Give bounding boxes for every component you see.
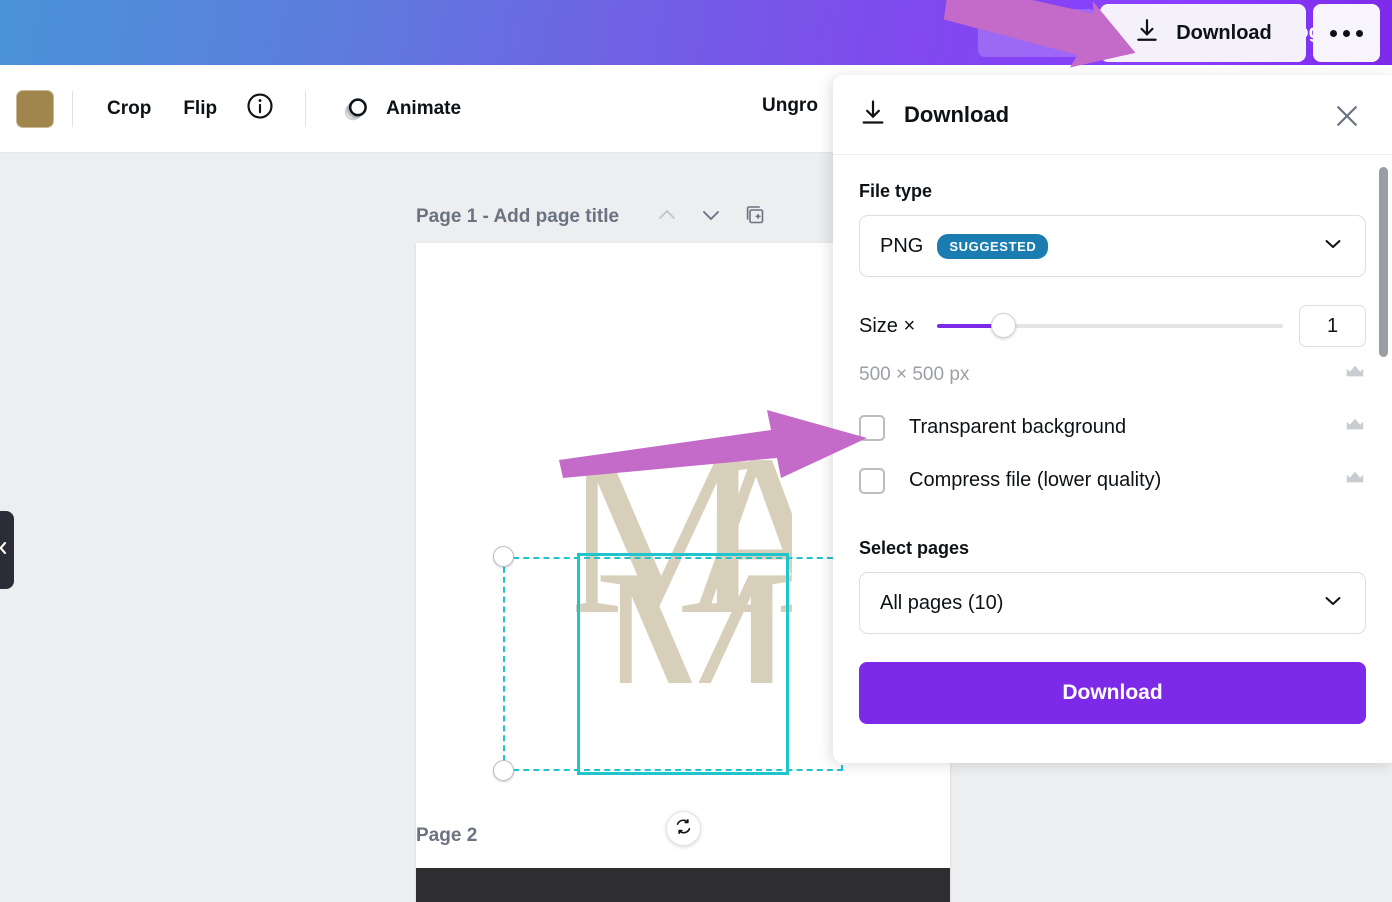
size-input[interactable]: 1 [1299, 305, 1366, 347]
selection-bounding-box-inner[interactable] [577, 553, 789, 775]
compress-file-label: Compress file (lower quality) [909, 469, 1162, 491]
select-pages-dropdown[interactable]: All pages (10) [859, 572, 1366, 634]
chevron-down-icon [1321, 232, 1345, 261]
animate-label: Animate [386, 97, 462, 119]
chevron-down-icon [699, 203, 723, 232]
page-2-canvas[interactable] [416, 868, 950, 902]
dot-icon [1343, 29, 1350, 37]
info-icon [245, 91, 275, 126]
slider-thumb[interactable] [990, 313, 1016, 338]
ungroup-button[interactable]: Ungro [762, 95, 818, 117]
size-input-value: 1 [1326, 314, 1339, 337]
transparent-background-checkbox[interactable] [859, 414, 885, 441]
download-button-label: Download [1176, 21, 1272, 44]
transparent-background-label: Transparent background [909, 416, 1127, 438]
canva-editor-window: Modern Aesthetic Font Logo Share Downloa… [0, 0, 1392, 902]
download-submit-button[interactable]: Download [859, 662, 1366, 724]
transparent-background-row[interactable]: Transparent background [859, 414, 1366, 441]
collapse-sidebar-button[interactable] [0, 511, 14, 589]
top-header-bar: Modern Aesthetic Font Logo Share Downloa… [0, 0, 1392, 65]
info-button[interactable] [233, 91, 287, 126]
resize-handle-top-left[interactable] [493, 546, 514, 567]
download-icon [1134, 17, 1160, 49]
more-options-button[interactable] [1313, 4, 1380, 62]
page-2-title: Page 2 [416, 825, 478, 846]
crop-label: Crop [107, 97, 152, 119]
resize-handle-bottom-left[interactable] [493, 760, 514, 781]
panel-scrollbar[interactable] [1379, 167, 1388, 357]
animate-button[interactable]: Animate [324, 93, 477, 125]
duplicate-page-button[interactable] [733, 199, 777, 235]
dot-icon [1330, 29, 1337, 37]
suggested-badge: SUGGESTED [937, 233, 1049, 259]
animate-icon [340, 93, 372, 125]
select-pages-label: Select pages [859, 538, 970, 558]
rotate-handle[interactable] [666, 811, 701, 846]
download-panel-title: Download [904, 101, 1010, 127]
chevron-left-icon [0, 541, 9, 560]
chevron-down-icon [1321, 589, 1345, 618]
close-icon[interactable] [1332, 101, 1362, 131]
size-slider[interactable] [937, 313, 1283, 339]
download-panel-header: Download [833, 75, 1392, 155]
crop-button[interactable]: Crop [91, 98, 167, 120]
color-swatch-button[interactable] [16, 89, 54, 128]
toolbar-divider [72, 90, 73, 127]
download-button-header[interactable]: Download [1100, 4, 1306, 62]
file-type-label: File type [859, 181, 933, 201]
crown-icon [1344, 467, 1366, 494]
move-page-down-button[interactable] [689, 199, 733, 235]
crown-icon [1344, 361, 1366, 388]
download-panel-body: File type PNG SUGGESTED Size × 1 500 × 5… [833, 155, 1392, 724]
size-control-row: Size × 1 [859, 305, 1366, 347]
dimensions-text: 500 × 500 px [859, 363, 970, 385]
page-1-title: Page 1 - Add page title [416, 206, 620, 227]
chevron-up-icon [655, 203, 679, 232]
download-submit-label: Download [1062, 681, 1163, 704]
page-1-header: Page 1 - Add page title [416, 199, 777, 235]
toolbar-divider [305, 90, 307, 127]
duplicate-page-icon [743, 203, 767, 232]
ungroup-label: Ungro [762, 95, 818, 116]
dimensions-row: 500 × 500 px [859, 361, 1366, 388]
move-page-up-button[interactable] [645, 199, 689, 235]
crown-icon [1344, 414, 1366, 441]
download-panel: Download File type PNG SUGGESTED Size × [833, 75, 1392, 763]
file-type-value: PNG [880, 234, 924, 257]
share-button-label: Share [1010, 22, 1064, 43]
share-button[interactable]: Share [978, 9, 1096, 57]
file-type-dropdown[interactable]: PNG SUGGESTED [859, 215, 1366, 277]
flip-button[interactable]: Flip [167, 98, 233, 120]
flip-label: Flip [183, 97, 218, 119]
compress-file-row[interactable]: Compress file (lower quality) [859, 467, 1366, 494]
rotate-icon [674, 817, 693, 841]
download-icon [859, 98, 887, 131]
compress-file-checkbox[interactable] [859, 467, 885, 494]
select-pages-value: All pages (10) [880, 591, 1004, 614]
size-label: Size × [859, 314, 916, 337]
dot-icon [1356, 29, 1363, 37]
